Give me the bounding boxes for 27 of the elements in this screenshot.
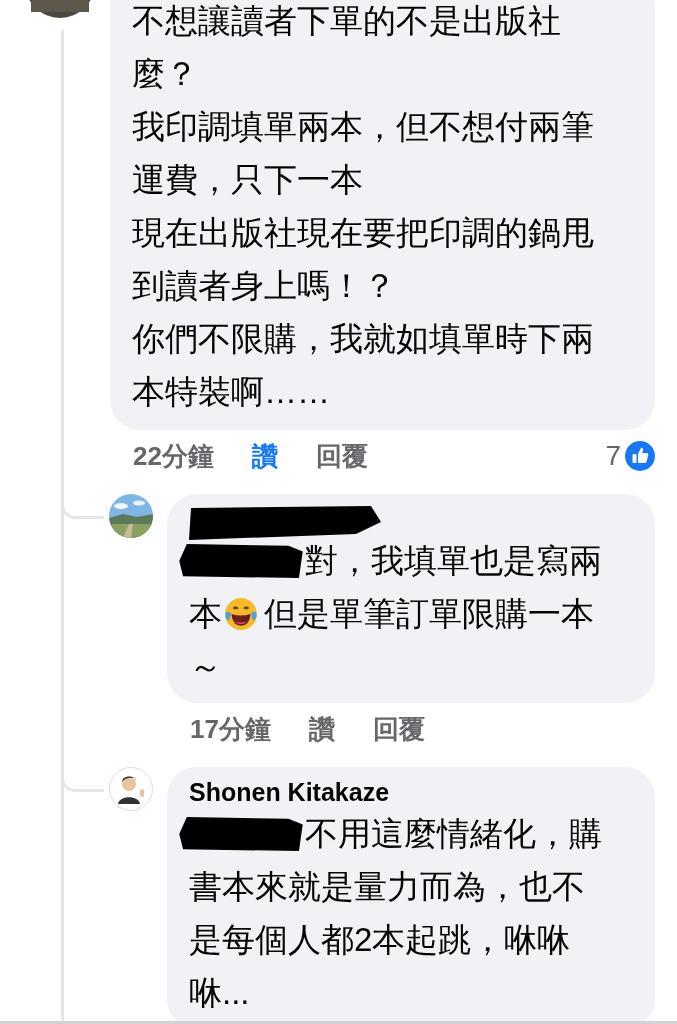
- comment-text: 到讀者身上嗎！？: [132, 267, 396, 304]
- comment-text: 對，我填單也是寫兩: [305, 542, 602, 579]
- avatar-icon: [109, 767, 153, 811]
- reaction-count: 7: [605, 440, 621, 472]
- comment-time: 22分鐘: [133, 439, 214, 473]
- comment-text: 不用這麼情緒化，購: [305, 815, 602, 852]
- reply-link[interactable]: 回覆: [315, 438, 368, 474]
- comment-text: 咻...: [189, 974, 250, 1011]
- comment-text: 是每個人都2本起跳，咻咻: [189, 921, 571, 958]
- comment-text: 但是單筆訂單限購一本: [264, 595, 594, 632]
- comment-text: 本: [189, 595, 222, 632]
- comment-time: 17分鐘: [190, 712, 271, 746]
- comment-text: 你們不限購，我就如填單時下兩: [132, 320, 594, 357]
- like-link[interactable]: 讚: [251, 438, 278, 474]
- laughing-emoji-icon: [224, 596, 258, 631]
- comment-text: 本特裝啊……: [132, 373, 330, 410]
- comment-text: 現在出版社現在要把印調的鍋甩: [132, 214, 594, 251]
- comment-text: 書本來就是量力而為，也不: [189, 868, 585, 905]
- comment-text: ～: [189, 648, 222, 685]
- comment-text: 我印調填單兩本，但不想付兩筆: [132, 108, 594, 145]
- comment-text: 麼？: [132, 55, 198, 92]
- comment-text: 不想讓讀者下單的不是出版社: [132, 2, 561, 39]
- thumbs-up-icon: [625, 441, 655, 471]
- commenter-name[interactable]: Shonen Kitakaze: [189, 777, 390, 807]
- reply-link[interactable]: 回覆: [372, 711, 425, 747]
- like-link[interactable]: 讚: [308, 711, 335, 747]
- comment-text: 運費，只下一本: [132, 161, 363, 198]
